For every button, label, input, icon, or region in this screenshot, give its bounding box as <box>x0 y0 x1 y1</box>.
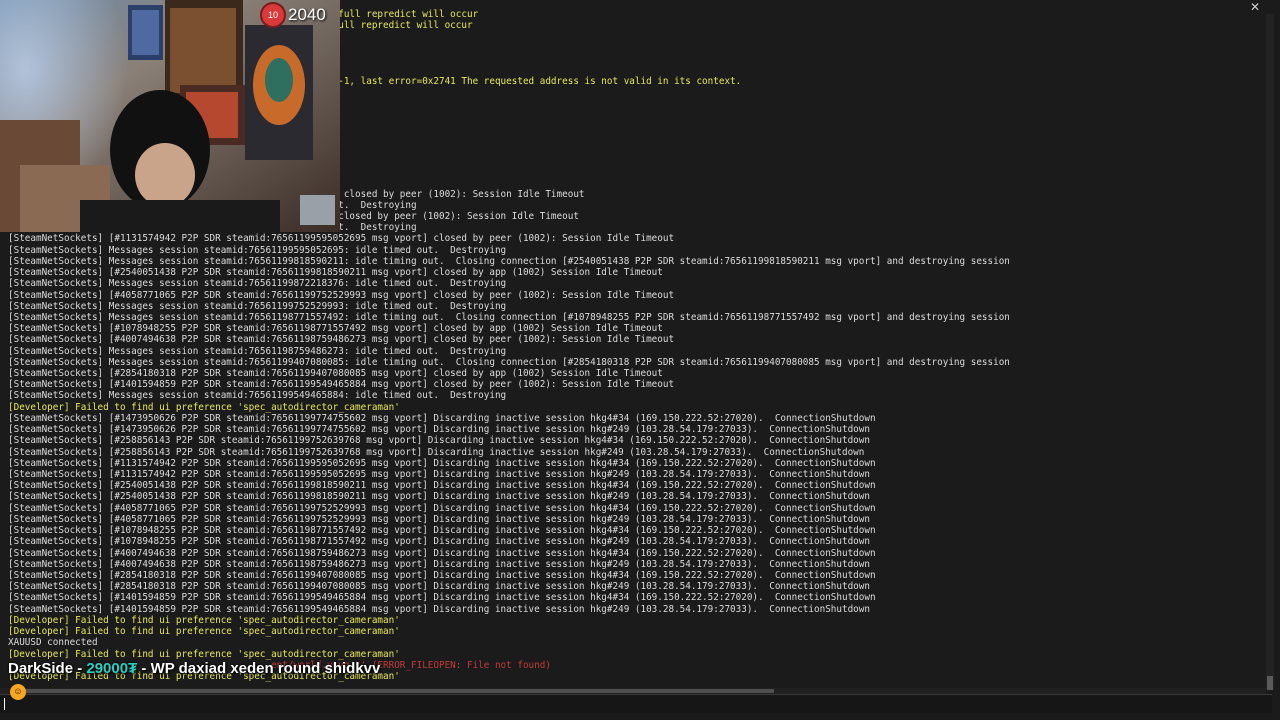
scrollbar-thumb[interactable] <box>1267 676 1273 690</box>
console-line: [SteamNetSockets] [#1401594859 P2P SDR s… <box>8 603 870 615</box>
donation-message: - WP daxiad xeden round shidkvv <box>137 660 381 677</box>
console-line: [SteamNetSockets] [#258856143 P2P SDR st… <box>8 435 870 447</box>
console-line: [Developer] Failed to find ui preference… <box>8 626 400 638</box>
vertical-scrollbar[interactable] <box>1266 14 1274 690</box>
laughing-emoji-icon: ☺ <box>10 684 26 700</box>
console-line: [SteamNetSockets] Messages session steam… <box>8 300 507 312</box>
console-line: [Developer] Failed to find ui preference… <box>8 614 400 626</box>
console-line: [SteamNetSockets] Messages session steam… <box>8 345 507 357</box>
console-line: [SteamNetSockets] [#4058771065 P2P SDR s… <box>8 502 876 514</box>
console-line: [SteamNetSockets] Messages session steam… <box>8 255 1010 267</box>
console-line: [SteamNetSockets] [#1131574942 P2P SDR s… <box>8 233 675 245</box>
viewer-badge: 10 2040 <box>262 3 326 27</box>
console-line: [SteamNetSockets] [#4007494638 P2P SDR s… <box>8 558 870 570</box>
text-caret <box>4 698 5 710</box>
console-line: [SteamNetSockets] [#4007494638 P2P SDR s… <box>8 547 876 559</box>
console-line: [SteamNetSockets] [#1078948255 P2P SDR s… <box>8 536 870 548</box>
viewer-badge-icon: 10 <box>262 4 284 26</box>
viewer-count: 2040 <box>288 5 326 24</box>
console-line: [SteamNetSockets] Messages session steam… <box>8 356 1010 368</box>
console-line: [SteamNetSockets] [#1401594859 P2P SDR s… <box>8 379 675 391</box>
console-line: [SteamNetSockets] [#1078948255 P2P SDR s… <box>8 525 876 537</box>
console-line: [SteamNetSockets] [#2854180318 P2P SDR s… <box>8 570 876 581</box>
console-line: [SteamNetSockets] [#2540051438 P2P SDR s… <box>8 267 663 279</box>
console-line: [SteamNetSockets] [#4058771065 P2P SDR s… <box>8 513 870 525</box>
console-line: [SteamNetSockets] Messages session steam… <box>8 311 1010 323</box>
console-command-input[interactable] <box>4 696 1260 711</box>
console-line: [SteamNetSockets] [#1473950626 P2P SDR s… <box>8 412 876 424</box>
console-line: [SteamNetSockets] Messages session steam… <box>8 244 507 256</box>
console-line: [SteamNetSockets] [#1131574942 P2P SDR s… <box>8 457 876 469</box>
close-icon[interactable]: ✕ <box>1247 0 1263 14</box>
console-line: [SteamNetSockets] [#1131574942 P2P SDR s… <box>8 469 870 481</box>
console-line: [Developer] Failed to find ui preference… <box>8 648 400 660</box>
console-input-bar <box>0 694 1272 713</box>
donation-prefix: DarkSide - <box>8 660 87 677</box>
console-line: [SteamNetSockets] [#2854180318 P2P SDR s… <box>8 581 870 593</box>
console-line: [SteamNetSockets] [#4007494638 P2P SDR s… <box>8 334 675 346</box>
console-line: [Developer] Failed to find ui preference… <box>8 401 400 413</box>
webcam-overlay: 10 2040 <box>0 0 340 232</box>
webcam-image <box>0 0 340 232</box>
console-line: [SteamNetSockets] [#2854180318 P2P SDR s… <box>8 368 663 380</box>
horizontal-scrollbar-thumb[interactable] <box>12 689 774 693</box>
console-line: [SteamNetSockets] [#1473950626 P2P SDR s… <box>8 424 870 436</box>
console-line: [SteamNetSockets] [#1401594859 P2P SDR s… <box>8 592 876 604</box>
donation-overlay: DarkSide - 29000₮ - WP daxiad xeden roun… <box>8 660 380 678</box>
console-line: [SteamNetSockets] [#1078948255 P2P SDR s… <box>8 323 663 335</box>
console-line: XAUUSD connected <box>8 637 98 649</box>
donation-amount: 29000₮ <box>86 660 138 677</box>
console-line: [SteamNetSockets] Messages session steam… <box>8 390 507 402</box>
console-line: [SteamNetSockets] [#2540051438 P2P SDR s… <box>8 491 870 503</box>
console-line: [SteamNetSockets] Messages session steam… <box>8 278 507 290</box>
console-line: [SteamNetSockets] [#258856143 P2P SDR st… <box>8 446 865 458</box>
console-line: [SteamNetSockets] [#4058771065 P2P SDR s… <box>8 289 675 301</box>
console-line: [SteamNetSockets] [#2540051438 P2P SDR s… <box>8 480 876 492</box>
